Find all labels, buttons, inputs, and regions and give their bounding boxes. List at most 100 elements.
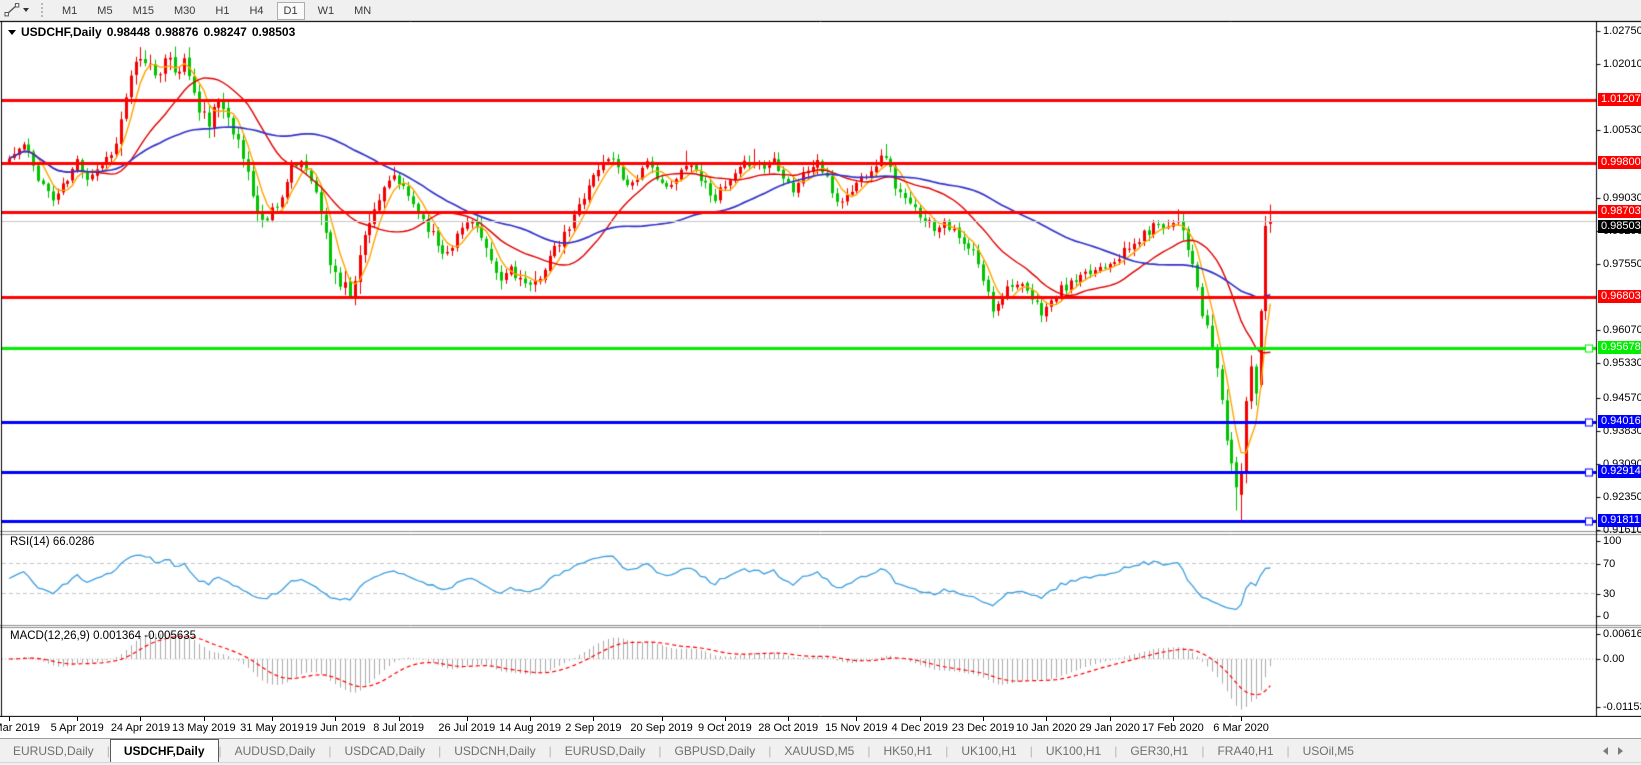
rsi-tick-label: 70: [1603, 557, 1641, 571]
timeframe-button-m1[interactable]: M1: [55, 2, 84, 20]
date-tick-mark: [1241, 717, 1242, 721]
macd-tick-label: -0.011531: [1603, 700, 1641, 714]
tab-eurusd-daily[interactable]: EURUSD,Daily: [0, 739, 107, 762]
timeframe-button-d1[interactable]: D1: [277, 2, 305, 20]
price-tick-label: 0.92350: [1603, 490, 1641, 504]
date-label: 24 Apr 2019: [111, 722, 170, 734]
timeframe-button-m5[interactable]: M5: [90, 2, 119, 20]
arrow-right-icon[interactable]: [1618, 747, 1627, 755]
date-tick-mark: [788, 717, 789, 721]
date-label: 26 Jul 2019: [438, 722, 495, 734]
hline-price-label[interactable]: 0.96803: [1598, 290, 1641, 303]
trading-platform-window: M1 M5 M15 M30 H1 H4 D1 W1 MN USDCHF,Daily 0.9844…: [0, 0, 1641, 765]
timeframe-button-h1[interactable]: H1: [208, 2, 236, 20]
date-tick-mark: [983, 717, 984, 721]
timeframe-button-h4[interactable]: H4: [242, 2, 270, 20]
chevron-down-icon[interactable]: [23, 8, 29, 15]
date-tick-mark: [204, 717, 205, 721]
hline-price-label[interactable]: 0.94016: [1598, 415, 1641, 428]
timeframe-button-w1[interactable]: W1: [311, 2, 342, 20]
date-label: 14 Aug 2019: [499, 722, 561, 734]
price-tick-label: 1.02750: [1603, 24, 1641, 38]
hline-price-label[interactable]: 0.98703: [1598, 205, 1641, 218]
chart-plot-canvas[interactable]: [0, 21, 1641, 717]
date-label: 13 May 2019: [172, 722, 236, 734]
date-label: 2 Sep 2019: [565, 722, 621, 734]
macd-tick-label: 0.00: [1603, 652, 1641, 666]
date-label: 19 Jun 2019: [305, 722, 366, 734]
price-tick-label: 0.97550: [1603, 257, 1641, 271]
date-label: 4 Dec 2019: [892, 722, 948, 734]
hline-price-label[interactable]: 0.91811: [1598, 514, 1641, 527]
current-price-label: 0.98503: [1598, 220, 1641, 233]
date-tick-mark: [920, 717, 921, 721]
chart-tabs: EURUSD,Daily|USDCHF,Daily|AUDUSD,Daily|U…: [0, 739, 1367, 762]
date-tick-mark: [272, 717, 273, 721]
date-tick-mark: [1110, 717, 1111, 721]
date-tick-mark: [335, 717, 336, 721]
hline-price-label[interactable]: 0.99800: [1598, 156, 1641, 169]
date-label: 8 Jul 2019: [373, 722, 424, 734]
date-tick-mark: [1046, 717, 1047, 721]
tab-usoil-m5[interactable]: USOil,M5: [1290, 739, 1367, 762]
date-label: 20 Sep 2019: [630, 722, 692, 734]
arrow-left-icon[interactable]: [1599, 747, 1608, 755]
date-tick-mark: [662, 717, 663, 721]
timeframe-button-m15[interactable]: M15: [126, 2, 161, 20]
price-tick-label: 0.99030: [1603, 191, 1641, 205]
date-tick-mark: [856, 717, 857, 721]
tab-usdcad-daily[interactable]: USDCAD,Daily: [331, 739, 438, 762]
date-label: 6 Mar 2020: [1213, 722, 1269, 734]
tab-xauusd-m5[interactable]: XAUUSD,M5: [771, 739, 867, 762]
line-studies-icon[interactable]: [3, 2, 21, 18]
date-tick-mark: [77, 717, 78, 721]
price-tick-label: 0.95330: [1603, 356, 1641, 370]
rsi-tick-label: 0: [1603, 609, 1641, 623]
timeframe-button-m30[interactable]: M30: [167, 2, 202, 20]
macd-indicator-label: MACD(12,26,9) 0.001364 -0.005635: [10, 630, 196, 642]
toolbar-grip: [41, 3, 46, 17]
timeframe-button-mn[interactable]: MN: [347, 2, 378, 20]
rsi-indicator-label: RSI(14) 66.0286: [10, 536, 94, 548]
rsi-tick-label: 30: [1603, 587, 1641, 601]
timeframe-toolbar: M1 M5 M15 M30 H1 H4 D1 W1 MN: [52, 1, 381, 19]
toolbar: M1 M5 M15 M30 H1 H4 D1 W1 MN: [0, 0, 1641, 21]
date-tick-mark: [593, 717, 594, 721]
ohlc-close: 0.98503: [252, 25, 295, 39]
tab-fra40-h1[interactable]: FRA40,H1: [1204, 739, 1286, 762]
price-tick-label: 1.02010: [1603, 57, 1641, 71]
date-label: 18 Mar 2019: [0, 722, 40, 734]
date-label: 17 Feb 2020: [1142, 722, 1204, 734]
tab-usdchf-daily[interactable]: USDCHF,Daily: [110, 739, 219, 762]
rsi-tick-label: 100: [1603, 534, 1641, 548]
tab-gbpusd-daily[interactable]: GBPUSD,Daily: [662, 739, 769, 762]
hline-price-label[interactable]: 0.95678: [1598, 341, 1641, 354]
date-label: 5 Apr 2019: [51, 722, 104, 734]
chart-tabs-bar: EURUSD,Daily|USDCHF,Daily|AUDUSD,Daily|U…: [0, 738, 1641, 762]
date-label: 9 Oct 2019: [698, 722, 752, 734]
date-tick-mark: [140, 717, 141, 721]
date-tick-mark: [725, 717, 726, 721]
tab-uk100-h1[interactable]: UK100,H1: [1033, 739, 1114, 762]
hline-price-label[interactable]: 0.92914: [1598, 465, 1641, 478]
hline-price-label[interactable]: 1.01207: [1598, 93, 1641, 106]
price-tick-label: 1.00530: [1603, 123, 1641, 137]
macd-tick-label: 0.006167: [1603, 627, 1641, 641]
tab-usdcnh-daily[interactable]: USDCNH,Daily: [441, 739, 548, 762]
price-tick-label: 0.96070: [1603, 323, 1641, 337]
tab-ger30-h1[interactable]: GER30,H1: [1117, 739, 1201, 762]
triangle-down-icon[interactable]: [8, 30, 16, 39]
tab-scroll-controls: [1599, 739, 1641, 762]
tab-hk50-h1[interactable]: HK50,H1: [870, 739, 945, 762]
price-tick-label: 0.94570: [1603, 391, 1641, 405]
date-tick-mark: [1173, 717, 1174, 721]
date-label: 29 Jan 2020: [1079, 722, 1140, 734]
tab-eurusd-daily[interactable]: EURUSD,Daily: [552, 739, 659, 762]
tab-audusd-daily[interactable]: AUDUSD,Daily: [222, 739, 329, 762]
tab-uk100-h1[interactable]: UK100,H1: [948, 739, 1029, 762]
date-tick-mark: [399, 717, 400, 721]
ohlc-open: 0.98448: [107, 25, 150, 39]
date-tick-mark: [9, 717, 10, 721]
date-label: 23 Dec 2019: [952, 722, 1014, 734]
date-label: 15 Nov 2019: [825, 722, 887, 734]
